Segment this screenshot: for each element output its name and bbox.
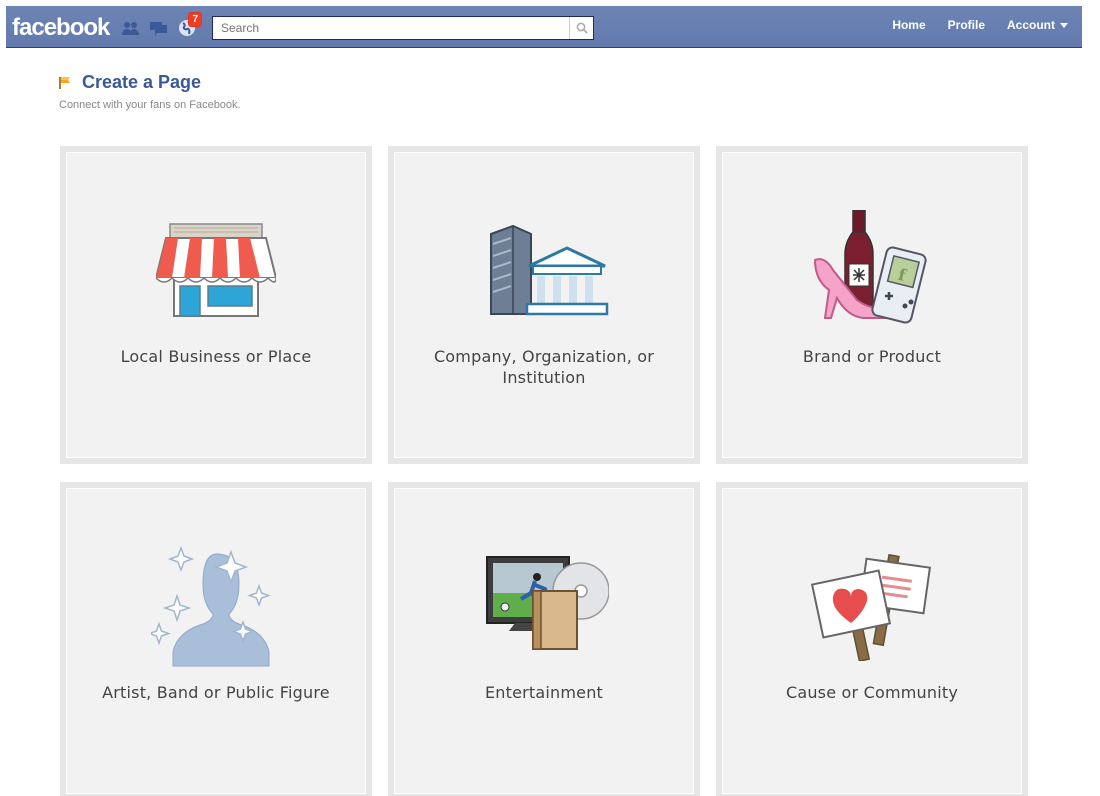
- tv-media-icon: [394, 546, 694, 666]
- silhouette-icon: [66, 545, 366, 667]
- page-header: Create a Page Connect with your fans on …: [58, 72, 241, 111]
- category-label: Local Business or Place: [120, 347, 312, 366]
- account-label: Account: [1007, 18, 1055, 32]
- category-label: Cause or Community: [785, 683, 959, 702]
- home-link[interactable]: Home: [892, 18, 925, 32]
- profile-link[interactable]: Profile: [948, 18, 985, 32]
- category-label: Entertainment: [484, 683, 604, 702]
- account-menu[interactable]: Account: [1007, 18, 1068, 32]
- category-card-cause-community[interactable]: Cause or Community: [716, 482, 1028, 796]
- signs-icon: [722, 546, 1022, 666]
- messages-icon[interactable]: [148, 18, 170, 38]
- search-input[interactable]: [213, 17, 569, 39]
- facebook-logo[interactable]: facebook: [12, 14, 110, 42]
- flag-icon: [59, 76, 70, 89]
- search-button[interactable]: [569, 17, 593, 39]
- category-card-company[interactable]: Company, Organization, or Institution: [388, 146, 700, 464]
- category-card-local-business[interactable]: Local Business or Place: [60, 146, 372, 464]
- notifications-icon[interactable]: 7: [176, 12, 202, 38]
- page-subtitle: Connect with your fans on Facebook.: [59, 99, 241, 111]
- category-card-artist-band[interactable]: Artist, Band or Public Figure: [60, 482, 372, 796]
- page-title: Create a Page: [82, 72, 202, 92]
- notification-count-badge: 7: [188, 12, 202, 27]
- category-label: Brand or Product: [802, 347, 942, 366]
- products-icon: f: [722, 210, 1022, 330]
- category-card-brand-product[interactable]: f Brand or Product: [716, 146, 1028, 464]
- top-navigation-bar: facebook 7 Home Profile Account: [6, 6, 1082, 48]
- category-label: Company, Organization, or Institution: [433, 347, 655, 387]
- buildings-icon: [394, 210, 694, 330]
- category-card-entertainment[interactable]: Entertainment: [388, 482, 700, 796]
- storefront-icon: [66, 210, 366, 330]
- top-nav-links: Home Profile Account: [892, 18, 1068, 32]
- category-label: Artist, Band or Public Figure: [102, 683, 330, 702]
- search-box: [212, 16, 594, 40]
- friend-requests-icon[interactable]: [120, 18, 142, 38]
- search-icon: [576, 22, 588, 34]
- chevron-down-icon: [1060, 22, 1068, 28]
- jewel-icons: 7: [120, 12, 202, 38]
